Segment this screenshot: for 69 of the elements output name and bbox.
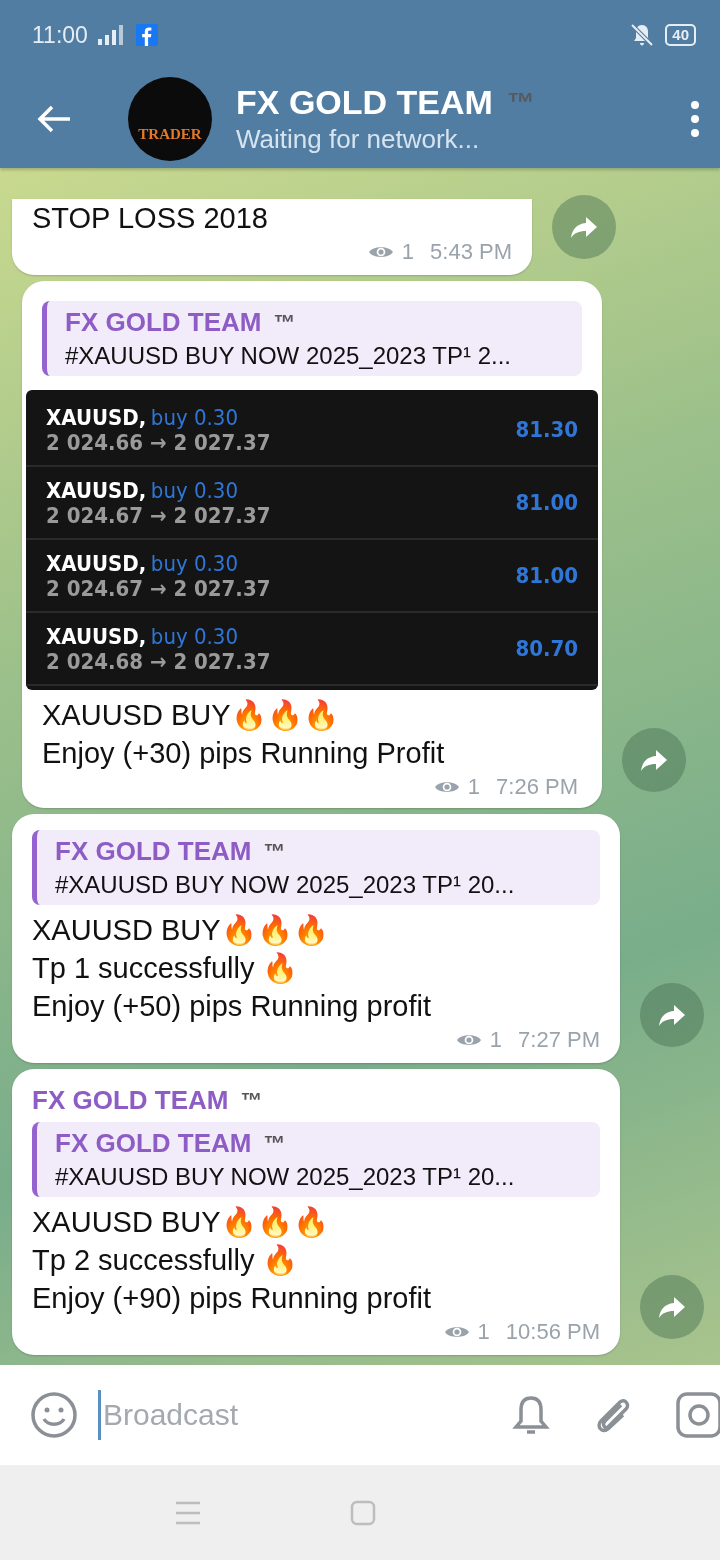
signal-icon [97,25,126,45]
share-arrow-icon [570,215,598,239]
view-count: 1 [467,774,481,800]
message-author: FX GOLD TEAM [32,1085,229,1116]
quote-author: FX GOLD TEAM [65,307,262,338]
avatar-logo-text: TRADER [138,126,202,143]
message-text: XAUUSD BUY🔥🔥🔥 [32,913,330,948]
message-time: 7:27 PM [518,1027,600,1053]
quote-text: #XAUUSD BUY NOW 2025_2023 TP¹ 20... [55,1163,516,1191]
message-text: XAUUSD BUY🔥🔥🔥 [41,698,340,733]
quote-author: FX GOLD TEAM [55,836,252,867]
recent-apps-icon[interactable] [174,1500,202,1525]
message-time: 10:56 PM [505,1319,600,1345]
trade-side: buy 0.30 [150,623,238,649]
trade-side: buy 0.30 [150,477,238,503]
battery-level: 40 [665,24,696,46]
trade-profit: 81.30 [515,417,578,442]
quote-author: FX GOLD TEAM [55,1128,252,1159]
trademark-symbol: ™ [263,1130,286,1157]
trademark-symbol: ™ [240,1087,263,1114]
more-options-icon[interactable] [690,101,700,137]
trade-prices: 2 024.67 → 2 027.37 [46,575,271,601]
trade-symbol: XAUUSD, [46,623,147,649]
trade-symbol: XAUUSD, [46,404,147,430]
share-arrow-icon [658,1003,686,1027]
clock-time: 11:00 [32,21,88,49]
view-count: 1 [401,239,415,265]
trade-prices: 2 024.68 → 2 027.37 [46,648,271,674]
channel-avatar[interactable]: TRADER [128,77,212,161]
emoji-icon [30,1391,78,1439]
facebook-icon [135,24,158,46]
message-text: Tp 2 successfully 🔥 [32,1243,300,1278]
trade-prices: 2 024.67 → 2 027.37 [46,502,271,528]
message-text: Enjoy (+50) pips Running profit [32,989,432,1024]
trade-profit: 81.00 [515,563,578,588]
message-text: Tp 1 successfully 🔥 [32,951,300,986]
trade-symbol: XAUUSD, [46,477,147,503]
trade-symbol: XAUUSD, [46,550,147,576]
trade-side: buy 0.30 [150,404,238,430]
bell-icon[interactable] [511,1393,551,1437]
camera-icon[interactable] [675,1391,720,1439]
message-text: XAUUSD BUY🔥🔥🔥 [32,1205,330,1240]
message-text: Enjoy (+90) pips Running profit [32,1281,432,1316]
view-count: 1 [489,1027,503,1053]
quote-text: #XAUUSD BUY NOW 2025_2023 TP¹ 20... [55,871,516,899]
share-arrow-icon [640,748,668,772]
back-arrow-icon[interactable] [36,104,72,134]
message-text: STOP LOSS 2018 [32,201,269,236]
share-arrow-icon [658,1295,686,1319]
trademark-symbol: ™ [273,309,296,336]
trade-profit: 81.00 [515,490,578,515]
muted-bell-icon [629,22,656,48]
connection-status: Waiting for network... [236,124,481,155]
reply-quote[interactable]: FX GOLD TEAM ™ #XAUUSD BUY NOW 2025_2023 TP¹ 2... [42,301,582,376]
channel-title: FX GOLD TEAM [236,83,493,122]
home-icon[interactable] [350,1499,376,1526]
trademark-symbol: ™ [263,838,286,865]
quote-text: #XAUUSD BUY NOW 2025_2023 TP¹ 2... [65,342,512,370]
message-time: 7:26 PM [496,774,578,800]
message-input-field[interactable]: Broadcast [98,1390,491,1440]
trademark-symbol: ™ [506,86,535,119]
trade-prices: 2 024.66 → 2 027.37 [46,429,271,455]
message-time: 5:43 PM [430,239,512,265]
trade-side: buy 0.30 [150,550,238,576]
trade-profit: 80.70 [515,636,578,661]
message-text: Enjoy (+30) pips Running Profit [41,736,446,771]
reply-quote[interactable]: FX GOLD TEAM ™ #XAUUSD BUY NOW 2025_2023 TP¹ 20... [32,830,600,905]
reply-quote[interactable]: FX GOLD TEAM ™ #XAUUSD BUY NOW 2025_2023 TP¹ 20... [32,1122,600,1197]
view-count: 1 [477,1319,490,1345]
